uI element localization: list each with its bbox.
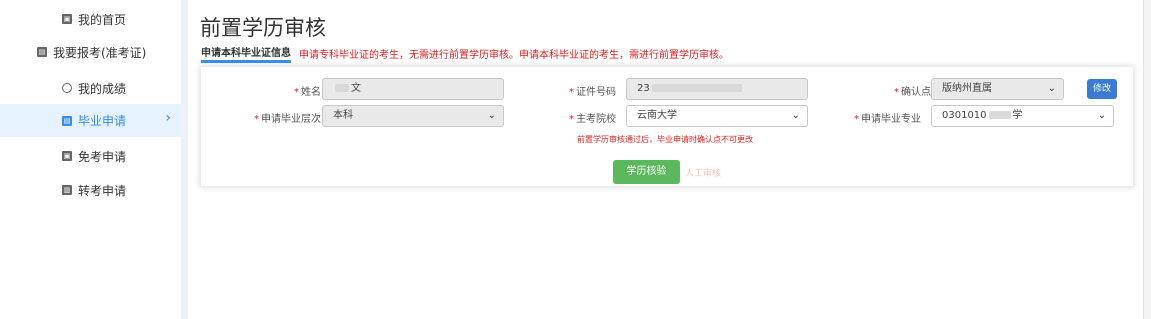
- name-field[interactable]: 文: [322, 78, 504, 100]
- sidebar-item-scores[interactable]: 我的成绩: [0, 73, 181, 103]
- tab-row: 申请本科毕业证信息 申请专科毕业证的考生，无需进行前置学历审核。申请本科毕业证的…: [201, 44, 729, 63]
- sidebar-divider: [181, 0, 188, 319]
- confirm-point-select[interactable]: 版纳州直属 ⌄: [931, 78, 1064, 100]
- id-number-field[interactable]: 23: [626, 78, 808, 100]
- sidebar: ▣ 我的首页 ▤ 我要报考(准考证) 我的成绩 ▤ 毕业申请 › ▣ 免考申请 …: [0, 0, 181, 319]
- main-content: 前置学历审核 申请本科毕业证信息 申请专科毕业证的考生，无需进行前置学历审核。申…: [188, 0, 1143, 319]
- home-icon: ▣: [62, 14, 72, 24]
- chevron-down-icon: ⌄: [791, 110, 800, 121]
- chevron-down-icon: ⌄: [487, 110, 496, 121]
- sidebar-item-label: 我要报考(准考证): [53, 45, 147, 60]
- sidebar-item-register[interactable]: ▤ 我要报考(准考证): [0, 37, 181, 67]
- sidebar-item-label: 免考申请: [78, 149, 127, 164]
- school-label: * 主考院校: [569, 114, 616, 125]
- sidebar-item-transfer[interactable]: ▥ 转考申请: [0, 175, 181, 205]
- sidebar-item-label: 我的成绩: [78, 81, 127, 96]
- manual-review-link[interactable]: 人工审核: [685, 166, 721, 179]
- sidebar-item-label: 转考申请: [78, 183, 127, 198]
- redacted-text: [988, 111, 1011, 119]
- level-label: * 申请毕业层次: [254, 114, 321, 125]
- school-select[interactable]: 云南大学 ⌄: [626, 105, 808, 127]
- verify-button[interactable]: 学历核验: [613, 160, 680, 184]
- redacted-text: [335, 84, 349, 92]
- register-icon: ▤: [37, 47, 47, 57]
- scrollbar[interactable]: [1143, 0, 1151, 319]
- id-label: * 证件号码: [569, 87, 616, 98]
- chevron-down-icon: ⌄: [1097, 110, 1106, 121]
- chevron-right-icon: ›: [165, 110, 171, 126]
- sidebar-item-label: 我的首页: [78, 12, 127, 27]
- chevron-down-icon: ⌄: [1047, 83, 1056, 94]
- notice-text: 申请专科毕业证的考生，无需进行前置学历审核。申请本科毕业证的考生，需进行前置学历…: [299, 50, 729, 61]
- page-title: 前置学历审核: [200, 16, 326, 40]
- level-select[interactable]: 本科 ⌄: [322, 105, 504, 127]
- tab-bachelor-info[interactable]: 申请本科毕业证信息: [201, 44, 291, 63]
- sidebar-item-graduation[interactable]: ▤ 毕业申请 ›: [0, 104, 181, 137]
- graduation-icon: ▤: [62, 115, 72, 126]
- sidebar-item-exemption[interactable]: ▣ 免考申请: [0, 141, 181, 171]
- major-label: * 申请毕业专业: [854, 114, 921, 125]
- warning-text: 前置学历审核通过后，毕业申请时确认点不可更改: [577, 135, 753, 144]
- modify-button[interactable]: 修改: [1087, 79, 1117, 99]
- major-select[interactable]: 0301010 学 ⌄: [931, 105, 1114, 127]
- sidebar-item-home[interactable]: ▣ 我的首页: [0, 4, 181, 34]
- transfer-icon: ▥: [62, 185, 72, 195]
- scores-icon: [62, 83, 72, 93]
- sidebar-item-label: 毕业申请: [78, 114, 127, 128]
- form-card: * 姓名 文 * 证件号码 23 * 确认点 版纳州直属 ⌄ 修改 * 申请毕业层次 本…: [200, 66, 1134, 187]
- redacted-text: [651, 84, 742, 92]
- exemption-icon: ▣: [62, 151, 72, 161]
- confirm-label: * 确认点: [894, 87, 931, 98]
- name-label: * 姓名: [294, 87, 321, 98]
